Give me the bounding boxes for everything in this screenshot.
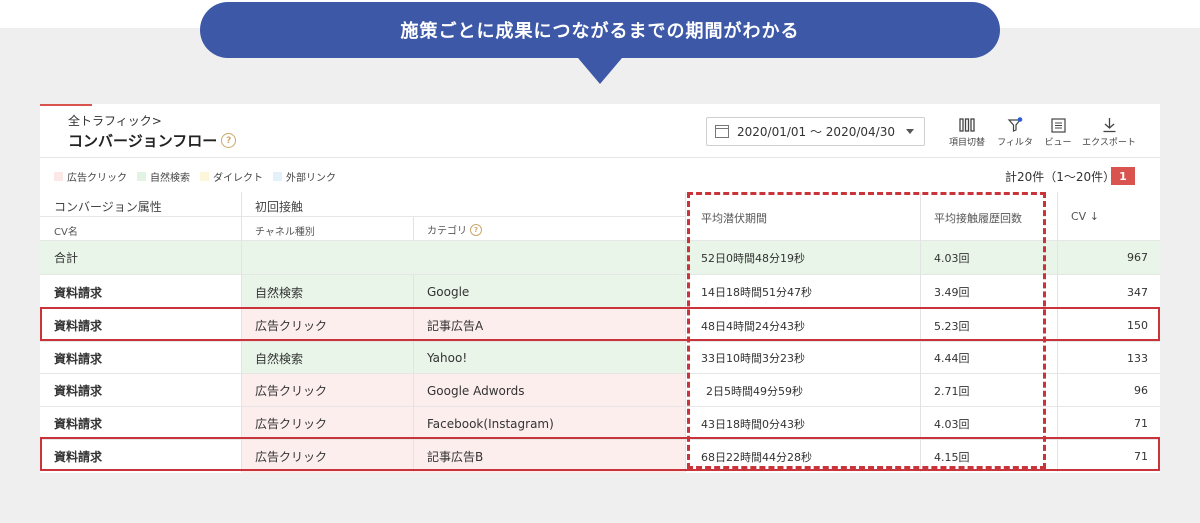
cell-category: Yahoo! [427,351,468,365]
help-icon[interactable]: ? [470,223,482,236]
legend-item-referral: 外部リンク [273,169,336,184]
header-cv[interactable]: CV ↓ [1071,210,1099,223]
date-range-value: 2020/01/01 〜 2020/04/30 [737,125,895,139]
column-divider [413,217,414,240]
accent-line [40,104,92,106]
cell-cv: 96 [1134,384,1148,397]
result-count: 計20件（1〜20件） [1005,170,1116,184]
legend-label: 広告クリック [67,173,127,184]
legend-swatch [137,172,146,181]
header-cv-attr: コンバージョン属性 [54,200,162,214]
headline-banner: 施策ごとに成果につながるまでの期間がわかる [200,2,1000,58]
legend-swatch [54,172,63,181]
calendar-icon [715,125,729,138]
latency-column-highlight [687,192,1046,469]
legend-swatch [273,172,282,181]
columns-label: 項目切替 [948,138,985,148]
total-label: 合計 [54,251,79,265]
header-cv-name[interactable]: CV名 [54,223,78,238]
page-title-text: コンバージョンフロー [68,132,218,150]
export-button[interactable]: エクスポート [1080,115,1138,148]
columns-icon [944,115,990,135]
filter-label: フィルタ [997,138,1033,148]
columns-button[interactable]: 項目切替 [944,115,990,148]
cell-category: Facebook(Instagram) [427,416,554,431]
cell-cv: 71 [1134,417,1148,430]
cell-cv: 133 [1127,351,1148,365]
filter-icon [994,115,1036,135]
header-category-label: カテゴリ [427,226,467,237]
date-range-picker[interactable]: 2020/01/01 〜 2020/04/30 [706,117,925,146]
header-channel[interactable]: チャネル種別 [255,223,315,238]
legend-bar: 広告クリック 自然検索 ダイレクト 外部リンク 計20件（1〜20件） 1 [40,158,1160,193]
view-button[interactable]: ビュー [1040,115,1076,148]
cell-category: Google Adwords [427,383,525,398]
help-icon[interactable]: ? [221,133,237,148]
legend-item-direct: ダイレクト [200,169,263,184]
headline-text: 施策ごとに成果につながるまでの期間がわかる [400,21,800,42]
download-icon [1080,115,1138,135]
legend-label: 自然検索 [150,173,190,184]
legend-swatch [200,172,209,181]
export-label: エクスポート [1082,138,1136,148]
cell-cv-name: 資料請求 [54,285,103,300]
header-divider [40,216,685,217]
cell-cv-name: 資料請求 [54,417,103,431]
legend-label: 外部リンク [286,173,336,184]
cell-channel: 自然検索 [255,351,304,366]
view-label: ビュー [1044,138,1072,148]
header-first-touch: 初回接触 [255,200,304,214]
breadcrumb[interactable]: 全トラフィック> [68,112,162,129]
filter-button[interactable]: フィルタ [994,115,1036,148]
cell-cv: 347 [1127,285,1148,299]
list-view-icon [1040,115,1076,135]
cell-cv-name: 資料請求 [54,384,103,398]
chevron-down-icon [906,129,914,134]
page-button-1[interactable]: 1 [1111,167,1135,185]
cell-channel: 広告クリック [255,384,328,398]
legend-item-organic: 自然検索 [137,169,190,184]
cell-cv-name: 資料請求 [54,351,103,366]
report-header: 全トラフィック> コンバージョンフロー ? 2020/01/01 〜 2020/… [40,104,1160,158]
page-title: コンバージョンフロー ? [68,130,237,151]
cell-category: Google [427,285,470,299]
cell-channel: 自然検索 [255,285,304,300]
cell-channel: 広告クリック [255,417,328,431]
legend-label: ダイレクト [213,173,263,184]
banner-pointer [578,58,622,84]
total-cv: 967 [1127,251,1148,264]
header-category[interactable]: カテゴリ ? [427,222,482,237]
channel-legend: 広告クリック 自然検索 ダイレクト 外部リンク [54,169,336,184]
legend-item-ad: 広告クリック [54,169,127,184]
